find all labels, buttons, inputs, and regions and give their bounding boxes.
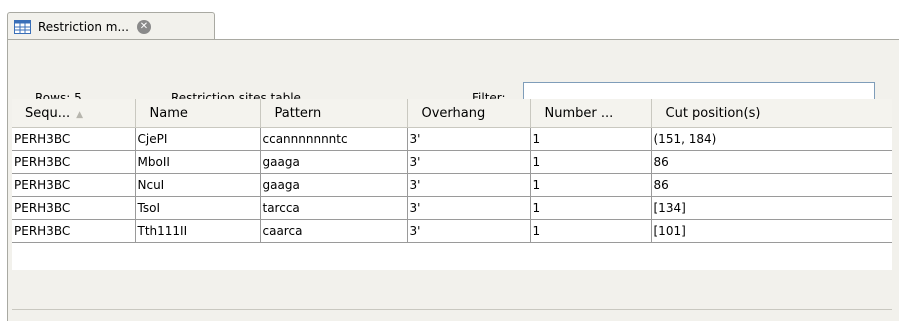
cell-pattern: gaaga xyxy=(260,173,408,197)
column-header-overhang[interactable]: Overhang xyxy=(407,99,531,128)
cell-sequence: PERH3BC xyxy=(12,219,136,243)
restriction-sites-table: Sequ... ▲ Name Pattern Overhang Number ..… xyxy=(12,99,892,270)
cell-overhang: 3' xyxy=(407,173,531,197)
cell-sequence: PERH3BC xyxy=(12,173,136,197)
cell-overhang: 3' xyxy=(407,127,531,151)
cell-number: 1 xyxy=(530,196,652,220)
column-header-sequence[interactable]: Sequ... ▲ xyxy=(12,99,136,128)
table-bottom-divider xyxy=(12,309,892,310)
cell-cut-positions: 86 xyxy=(651,173,892,197)
table-icon xyxy=(14,19,32,35)
close-icon[interactable]: ✕ xyxy=(136,19,151,34)
cell-number: 1 xyxy=(530,219,652,243)
table-row[interactable]: PERH3BC MboII gaaga 3' 1 86 xyxy=(12,150,892,174)
cell-overhang: 3' xyxy=(407,196,531,220)
cell-cut-positions: (151, 184) xyxy=(651,127,892,151)
table-row[interactable]: PERH3BC NcuI gaaga 3' 1 86 xyxy=(12,173,892,197)
column-header-name[interactable]: Name xyxy=(135,99,261,128)
cell-number: 1 xyxy=(530,127,652,151)
cell-overhang: 3' xyxy=(407,150,531,174)
cell-number: 1 xyxy=(530,150,652,174)
column-header-label: Name xyxy=(149,105,188,121)
cell-name: CjePI xyxy=(135,127,261,151)
cell-name: MboII xyxy=(135,150,261,174)
table-row[interactable]: PERH3BC TsoI tarcca 3' 1 [134] xyxy=(12,196,892,220)
cell-cut-positions: [134] xyxy=(651,196,892,220)
cell-cut-positions: 86 xyxy=(651,150,892,174)
cell-pattern: gaaga xyxy=(260,150,408,174)
column-header-cut-positions[interactable]: Cut position(s) xyxy=(651,99,892,128)
column-header-number[interactable]: Number ... xyxy=(530,99,652,128)
column-header-pattern[interactable]: Pattern xyxy=(260,99,408,128)
cell-pattern: caarca xyxy=(260,219,408,243)
column-header-label: Sequ... xyxy=(25,105,71,121)
tab-title: Restriction m... xyxy=(38,19,129,34)
cell-sequence: PERH3BC xyxy=(12,127,136,151)
cell-overhang: 3' xyxy=(407,219,531,243)
cell-number: 1 xyxy=(530,173,652,197)
cell-cut-positions: [101] xyxy=(651,219,892,243)
table-row[interactable]: PERH3BC CjePI ccannnnnnntc 3' 1 (151, 18… xyxy=(12,127,892,151)
editor-tab-strip: Restriction m... ✕ xyxy=(0,0,899,40)
sort-ascending-icon: ▲ xyxy=(76,109,84,120)
cell-sequence: PERH3BC xyxy=(12,150,136,174)
cell-sequence: PERH3BC xyxy=(12,196,136,220)
table-row[interactable]: PERH3BC Tth111II caarca 3' 1 [101] xyxy=(12,219,892,243)
cell-name: Tth111II xyxy=(135,219,261,243)
cell-name: TsoI xyxy=(135,196,261,220)
column-header-label: Number ... xyxy=(544,105,614,121)
cell-name: NcuI xyxy=(135,173,261,197)
cell-pattern: tarcca xyxy=(260,196,408,220)
cell-pattern: ccannnnnnntc xyxy=(260,127,408,151)
column-header-label: Cut position(s) xyxy=(665,105,761,121)
tab-restriction-map[interactable]: Restriction m... ✕ xyxy=(7,12,215,40)
column-header-label: Overhang xyxy=(421,105,486,121)
table-header-row: Sequ... ▲ Name Pattern Overhang Number ..… xyxy=(12,99,892,128)
column-header-label: Pattern xyxy=(274,105,322,121)
